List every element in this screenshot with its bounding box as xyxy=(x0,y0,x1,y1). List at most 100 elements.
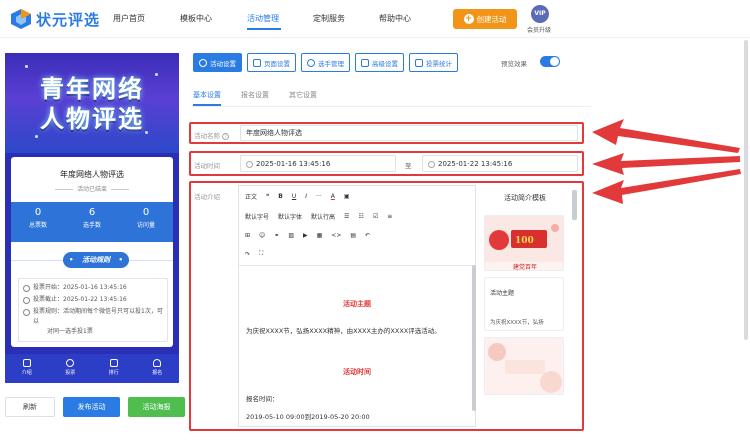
refresh-button[interactable]: 刷新 xyxy=(5,397,55,417)
advanced-settings-button[interactable]: 高级设置 xyxy=(355,53,404,72)
create-activity-label: 创建活动 xyxy=(476,14,507,24)
activity-settings-button[interactable]: 活动设置 xyxy=(193,53,242,72)
font-color-icon[interactable]: A xyxy=(331,193,335,200)
rules-button[interactable]: 活动规则 xyxy=(63,252,129,268)
quote-icon[interactable]: ❝ xyxy=(266,193,269,200)
redo-icon[interactable]: ↷ xyxy=(245,251,250,258)
activity-name-input[interactable]: 年度网络人物评选 xyxy=(240,125,578,141)
banner-title-line2: 人物评选 xyxy=(40,104,144,133)
preview-toggle[interactable] xyxy=(540,56,560,67)
preview-tab-signup[interactable]: 报名 xyxy=(136,354,180,383)
table-icon[interactable]: ▦ xyxy=(317,232,323,239)
chart-icon xyxy=(109,359,118,367)
template-card[interactable] xyxy=(484,337,564,395)
content-paragraph: 2019-05-10 09:00到2019-05-20 20:00 xyxy=(246,413,370,421)
content-heading: 活动时间 xyxy=(343,368,371,376)
preview-tab-intro[interactable]: 介绍 xyxy=(5,354,49,383)
tab-signup-settings[interactable]: 报名设置 xyxy=(241,90,269,100)
editor-toolbar-row: 正文 ❝ B U I ··· A ▣ xyxy=(245,192,350,201)
editor-scrollbar[interactable] xyxy=(472,265,476,411)
template-caption: 活动主题 xyxy=(490,290,515,297)
preview-card-title: 年度网络人物评选 xyxy=(60,170,124,179)
stat-label: 总票数 xyxy=(28,222,47,229)
template-caption: 建党百年 xyxy=(512,264,537,271)
poster-button[interactable]: 活动海报 xyxy=(128,397,185,417)
vip-upgrade[interactable]: VIP 会员升级 xyxy=(527,5,553,34)
app-logo[interactable]: 状元评选 xyxy=(10,8,100,30)
template-card[interactable]: 活动主题 为庆祝XXXX节，弘扬 xyxy=(484,277,564,331)
contestant-management-button[interactable]: 选手管理 xyxy=(301,53,350,72)
fullscreen-icon[interactable]: ⛶ xyxy=(259,250,263,258)
font-family-select[interactable]: 默认字体 xyxy=(278,212,302,221)
paragraph-style-select[interactable]: 正文 xyxy=(245,192,257,201)
preview-stats: 0 总票数 6 选手数 0 访问量 xyxy=(11,202,173,242)
todo-icon[interactable]: ☑ xyxy=(373,213,378,220)
vote-icon xyxy=(66,359,75,367)
tab-label: 报名 xyxy=(152,370,163,376)
more-icon[interactable]: ··· xyxy=(316,193,322,200)
rich-text-editor[interactable]: 正文 ❝ B U I ··· A ▣ 默认字号 默认字体 默认行高 ☰ ☷ ☑ … xyxy=(238,185,476,427)
page-icon xyxy=(253,58,261,67)
template-card[interactable]: 100 建党百年 xyxy=(484,215,564,271)
image-icon[interactable]: ▨ xyxy=(288,232,294,239)
annotation-arrows xyxy=(592,119,741,204)
editor-content[interactable]: 活动主题 为庆祝XXXX节，弘扬XXXX精神，由XXXX主办的XXXX评选活动。… xyxy=(239,267,475,427)
preview-toggle-label: 预览效果 xyxy=(501,60,527,68)
activity-name-label: 活动名称? xyxy=(194,130,229,140)
tab-basic-settings[interactable]: 基本设置 xyxy=(193,90,221,100)
page-scrollbar[interactable] xyxy=(744,40,748,340)
stat-value: 6 xyxy=(88,207,96,218)
code-icon[interactable]: <> xyxy=(331,232,341,239)
start-time-input[interactable]: 2025-01-16 13:45:16 xyxy=(240,155,396,172)
rule-row: 投票开始：2025-01-16 13:45:16 xyxy=(23,283,163,293)
indent-icon[interactable]: ⊞ xyxy=(245,232,250,239)
template-scrollbar[interactable] xyxy=(572,190,577,220)
bar-chart-icon xyxy=(415,58,423,67)
nav-home[interactable]: 用户首页 xyxy=(113,13,145,24)
publish-button[interactable]: 发布活动 xyxy=(63,397,120,417)
nav-templates[interactable]: 模板中心 xyxy=(180,13,212,24)
end-time-input[interactable]: 2025-01-22 13:45:16 xyxy=(422,155,578,172)
preview-banner: 青年网络 人物评选 xyxy=(5,53,179,153)
toggle-knob xyxy=(550,57,559,66)
nav-activity-management[interactable]: 活动管理 xyxy=(247,13,279,24)
underline-icon[interactable]: U xyxy=(292,193,296,200)
users-icon xyxy=(307,58,315,67)
font-size-select[interactable]: 默认字号 xyxy=(245,212,269,221)
create-activity-button[interactable]: + 创建活动 xyxy=(453,9,517,29)
nav-help-center[interactable]: 帮助中心 xyxy=(379,13,411,24)
activity-intro-label: 活动介绍 xyxy=(194,193,220,201)
to-label: 至 xyxy=(405,162,412,170)
help-icon[interactable]: ? xyxy=(222,133,229,140)
page-settings-button[interactable]: 页面设置 xyxy=(247,53,296,72)
button-label: 活动设置 xyxy=(210,59,236,68)
background-color-icon[interactable]: ▣ xyxy=(344,193,350,200)
divider-icon[interactable]: ▤ xyxy=(350,232,356,239)
bold-icon[interactable]: B xyxy=(278,193,283,200)
mobile-preview: 青年网络 人物评选 年度网络人物评选 活动已结束 0 总票数 6 选手数 0 访… xyxy=(5,53,179,383)
line-height-select[interactable]: 默认行高 xyxy=(311,212,335,221)
stat-label: 选手数 xyxy=(82,222,101,229)
italic-icon[interactable]: I xyxy=(305,193,307,200)
preview-tab-vote[interactable]: 投票 xyxy=(49,354,93,383)
preview-status: 活动已结束 xyxy=(11,184,173,193)
nav-custom-service[interactable]: 定制服务 xyxy=(313,13,345,24)
start-time-value: 2025-01-16 13:45:16 xyxy=(256,159,331,168)
align-icon[interactable]: ≡ xyxy=(387,213,392,220)
sliders-icon xyxy=(361,58,369,67)
video-icon[interactable]: ▶ xyxy=(303,232,308,239)
rule-text: 对同一选手投1票 xyxy=(47,328,93,335)
stat-value: 0 xyxy=(34,207,42,218)
floral-template-image xyxy=(485,338,563,394)
undo-icon[interactable]: ↶ xyxy=(365,232,370,239)
link-icon[interactable]: ⚭ xyxy=(274,232,279,239)
numbered-list-icon[interactable]: ☷ xyxy=(358,213,363,220)
vote-stats-button[interactable]: 投票统计 xyxy=(409,53,458,72)
tab-other-settings[interactable]: 其它设置 xyxy=(289,90,317,100)
user-icon xyxy=(153,359,162,367)
preview-tab-rank[interactable]: 排行 xyxy=(92,354,136,383)
emoji-icon[interactable]: ☺ xyxy=(259,232,265,239)
stat-value: 0 xyxy=(142,207,150,218)
bullet-list-icon[interactable]: ☰ xyxy=(344,213,349,220)
rules-box: 投票开始：2025-01-16 13:45:16 投票截止：2025-01-22… xyxy=(18,278,168,342)
